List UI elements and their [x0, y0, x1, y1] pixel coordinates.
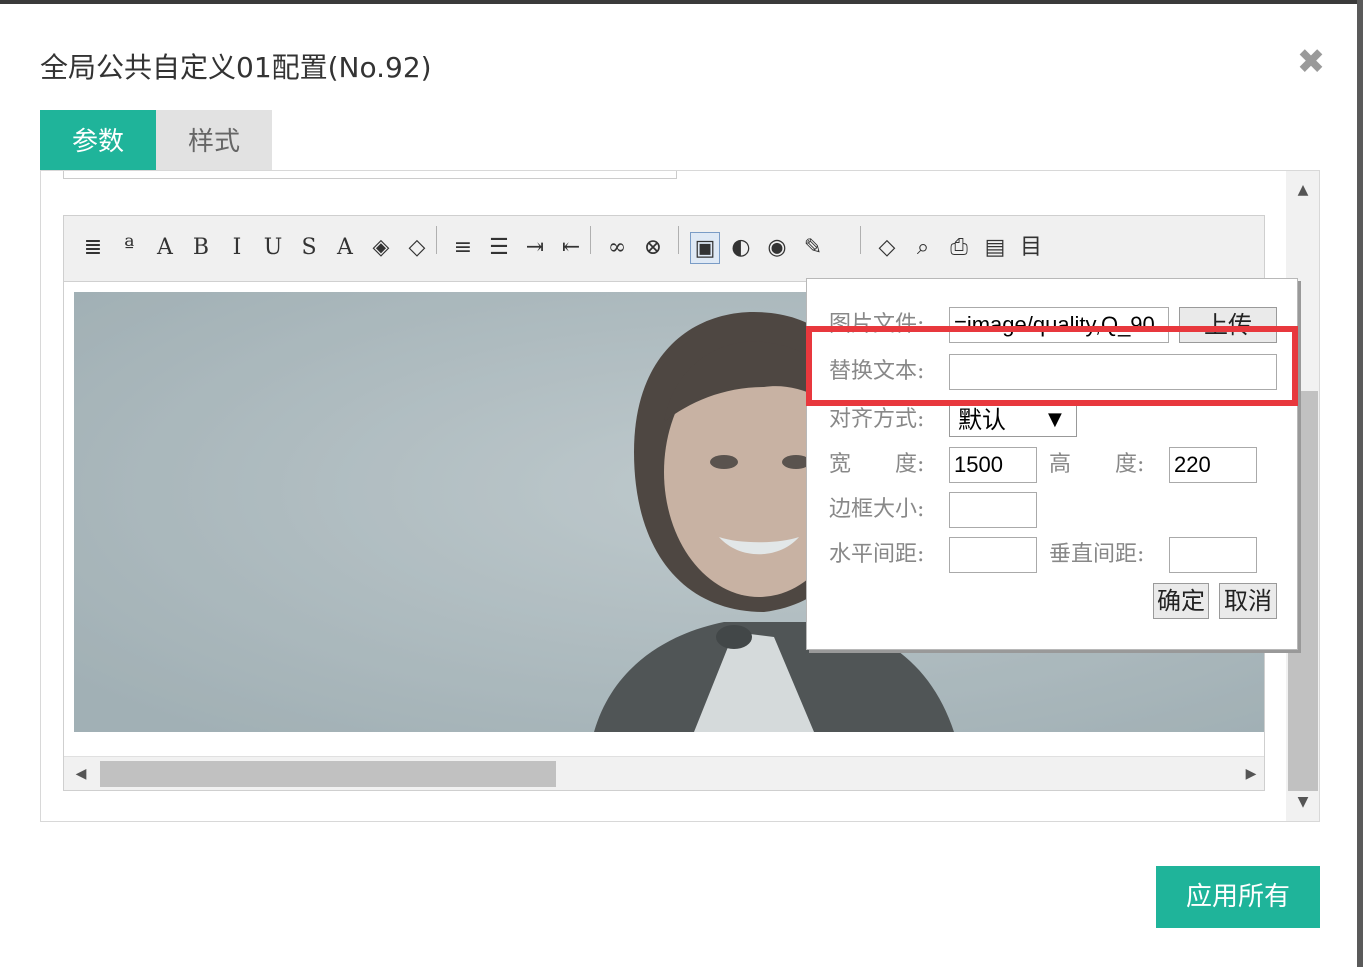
width-label: 宽 度: [829, 452, 925, 477]
link-icon[interactable]: ∞ [602, 232, 632, 264]
source-code-icon[interactable]: ◇ [872, 232, 902, 264]
underline-icon[interactable]: U [258, 232, 288, 264]
image-properties-popup: 图片文件: =image/quality,Q_90 上传 替换文本: 对齐方式:… [806, 278, 1298, 650]
border-row: 边框大小: [829, 492, 924, 528]
toolbar-separator [678, 226, 679, 254]
flash-icon[interactable]: ◐ [726, 232, 756, 264]
ok-button[interactable]: 确定 [1153, 583, 1209, 619]
height-label: 高 度: [1049, 452, 1145, 477]
font-family-icon[interactable]: ª [114, 232, 144, 264]
alt-row: 替换文本: [829, 354, 924, 390]
highlight-color-icon[interactable]: ◈ [366, 232, 396, 264]
vspace-label: 垂直间距: [1049, 542, 1145, 567]
tab-style[interactable]: 样式 [156, 110, 272, 174]
bold-icon[interactable]: B [186, 232, 216, 264]
scroll-right-icon[interactable]: ▶ [1236, 757, 1264, 790]
file-row: 图片文件: [829, 307, 924, 343]
tab-params[interactable]: 参数 [40, 110, 156, 174]
toolbar-separator [590, 226, 591, 254]
tab-bar: 参数 样式 [40, 110, 272, 174]
align-icon[interactable]: ≡ [448, 232, 478, 264]
vspace-input[interactable] [1169, 537, 1257, 573]
font-size-icon[interactable]: A [150, 232, 180, 264]
height-input[interactable]: 220 [1169, 447, 1257, 483]
editor-toolbar: ≣ ª A B I U S A ◈ ◇ ≡ ☰ ⇥ ⇤ ∞ ⊗ ▣ ◐ ◉ ✎ ◇ ⌕ ⎙ ▤ 目 [64, 216, 1264, 282]
preview-icon[interactable]: ⌕ [908, 232, 938, 264]
paragraph-format-icon[interactable]: ≣ [78, 232, 108, 264]
media-icon[interactable]: ◉ [762, 232, 792, 264]
font-color-icon[interactable]: A [330, 232, 360, 264]
apply-all-button[interactable]: 应用所有 [1156, 866, 1320, 928]
indent-icon[interactable]: ⇥ [520, 232, 550, 264]
scroll-down-icon[interactable]: ▼ [1286, 787, 1319, 817]
list-icon[interactable]: ☰ [484, 232, 514, 264]
alt-text-input[interactable] [949, 354, 1277, 390]
align-select[interactable]: 默认 ▼ [949, 403, 1077, 437]
previous-field-edge [63, 171, 677, 179]
outdent-icon[interactable]: ⇤ [556, 232, 586, 264]
align-label: 对齐方式: [829, 407, 925, 432]
strikethrough-icon[interactable]: S [294, 232, 324, 264]
hspace-label: 水平间距: [829, 542, 925, 567]
upload-button[interactable]: 上传 [1179, 307, 1277, 343]
print-icon[interactable]: ⎙ [944, 232, 974, 264]
width-input[interactable]: 1500 [949, 447, 1037, 483]
cancel-button[interactable]: 取消 [1219, 583, 1277, 619]
file-label: 图片文件: [829, 312, 925, 337]
image-icon[interactable]: ▣ [690, 232, 720, 264]
border-label: 边框大小: [829, 497, 925, 522]
size-row: 宽 度: [829, 447, 924, 483]
unlink-icon[interactable]: ⊗ [638, 232, 668, 264]
italic-icon[interactable]: I [222, 232, 252, 264]
toolbar-separator [860, 226, 861, 254]
chevron-down-icon: ▼ [1048, 409, 1062, 430]
template-icon[interactable]: 目 [1016, 232, 1046, 264]
image-file-input[interactable]: =image/quality,Q_90 [949, 307, 1169, 343]
vspace-label-wrap: 垂直间距: [1049, 537, 1144, 573]
height-label-wrap: 高 度: [1049, 447, 1144, 483]
table-icon[interactable]: ✎ [798, 232, 828, 264]
spacing-row: 水平间距: [829, 537, 924, 573]
eraser-icon[interactable]: ◇ [402, 232, 432, 264]
align-selected-value: 默认 [958, 406, 1006, 434]
close-icon[interactable]: ✖ [1294, 42, 1328, 82]
horizontal-scroll-thumb[interactable] [100, 761, 556, 787]
toolbar-separator [436, 226, 437, 254]
align-row: 对齐方式: [829, 402, 924, 438]
hspace-input[interactable] [949, 537, 1037, 573]
border-size-input[interactable] [949, 492, 1037, 528]
horizontal-scrollbar[interactable]: ◀ ▶ [64, 756, 1264, 790]
backdrop-right-strip [1357, 0, 1363, 967]
fullscreen-icon[interactable]: ▤ [980, 232, 1010, 264]
dialog-title: 全局公共自定义01配置(No.92) [40, 51, 432, 84]
scroll-up-icon[interactable]: ▲ [1286, 175, 1319, 205]
alt-label: 替换文本: [829, 359, 925, 384]
scroll-left-icon[interactable]: ◀ [66, 757, 96, 790]
